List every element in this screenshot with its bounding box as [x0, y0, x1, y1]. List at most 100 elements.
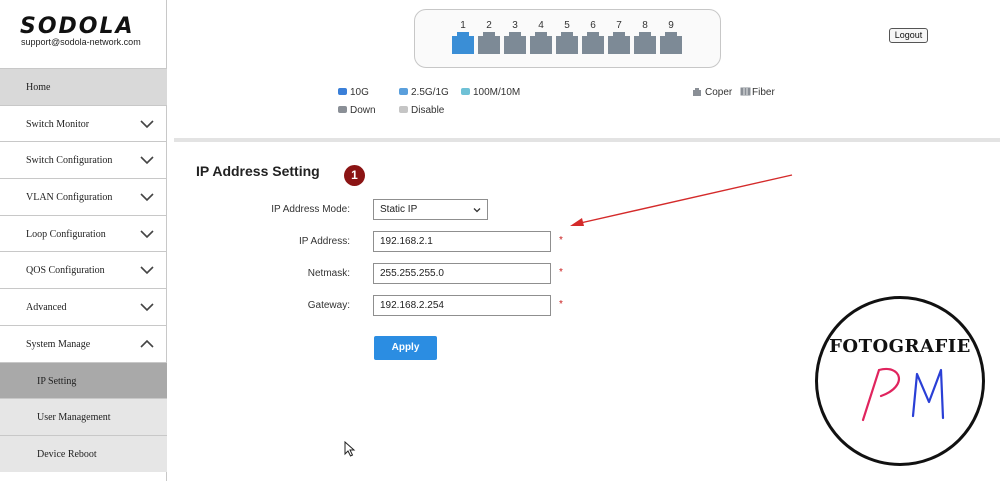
legend-label: 10G	[350, 87, 369, 98]
port-6[interactable]: 6	[582, 10, 606, 69]
netmask-label: Netmask:	[307, 268, 350, 279]
brand: SODOLA support@sodola-network.com	[0, 0, 167, 68]
ip-address-input[interactable]: 192.168.2.1	[373, 231, 551, 252]
legend-swatch	[338, 106, 347, 113]
annotation-arrow-icon	[570, 174, 793, 226]
sidebar: SODOLA support@sodola-network.com Home S…	[0, 0, 167, 481]
legend-coper: Coper	[692, 87, 732, 98]
port-number: 7	[616, 20, 622, 31]
watermark-initials	[861, 367, 945, 422]
sidebar-item-switch-monitor[interactable]: Switch Monitor	[0, 104, 167, 142]
legend-10g: 10G	[338, 87, 369, 98]
legend-label: Fiber	[752, 87, 775, 98]
chevron-up-icon	[140, 339, 154, 348]
apply-button[interactable]: Apply	[374, 336, 437, 360]
port-number: 8	[642, 20, 648, 31]
sidebar-item-label: QOS Configuration	[26, 265, 105, 277]
sidebar-item-qos-configuration[interactable]: QOS Configuration	[0, 251, 167, 288]
sidebar-menu: Home Switch Monitor Switch Configuration…	[0, 68, 167, 472]
support-email: support@sodola-network.com	[21, 37, 141, 47]
sidebar-item-label: Advanced	[26, 302, 67, 314]
port-number: 9	[668, 20, 674, 31]
legend-down: Down	[338, 105, 376, 116]
port-number: 4	[538, 20, 544, 31]
ethernet-port-icon	[608, 32, 630, 54]
chevron-down-icon	[473, 208, 481, 213]
chevron-down-icon	[140, 193, 154, 202]
ip-mode-select[interactable]: Static IP	[373, 199, 488, 220]
required-mark: *	[559, 299, 563, 310]
chevron-down-icon	[140, 120, 154, 128]
ethernet-port-icon	[478, 32, 500, 54]
sidebar-item-label: Home	[26, 82, 51, 93]
legend-fiber: Fiber	[740, 87, 775, 98]
ip-address-label: IP Address:	[299, 236, 350, 247]
sidebar-item-vlan-configuration[interactable]: VLAN Configuration	[0, 178, 167, 215]
legend-100m: 100M/10M	[461, 87, 520, 98]
ethernet-port-icon	[582, 32, 604, 54]
ip-mode-label: IP Address Mode:	[271, 204, 350, 215]
legend-swatch	[338, 88, 347, 95]
app-root: SODOLA support@sodola-network.com Home S…	[0, 0, 1000, 481]
port-status-panel: 1 2 3 4 5 6 7 8 9	[414, 9, 721, 68]
sidebar-item-system-manage[interactable]: System Manage	[0, 324, 167, 362]
ethernet-port-icon	[660, 32, 682, 54]
legend-swatch	[399, 88, 408, 95]
ethernet-port-icon	[504, 32, 526, 54]
port-5[interactable]: 5	[556, 10, 580, 69]
port-1[interactable]: 1	[452, 10, 476, 69]
logout-button[interactable]: Logout	[889, 28, 928, 43]
watermark-title: FOTOGRAFIE	[829, 336, 971, 357]
chevron-down-icon	[140, 230, 154, 238]
sidebar-item-advanced[interactable]: Advanced	[0, 288, 167, 325]
ip-mode-value: Static IP	[380, 204, 418, 215]
header-divider	[174, 138, 1000, 142]
ethernet-port-icon	[530, 32, 552, 54]
sidebar-item-loop-configuration[interactable]: Loop Configuration	[0, 214, 167, 252]
ethernet-port-icon	[634, 32, 656, 54]
port-number: 1	[460, 20, 466, 31]
sidebar-item-label: Loop Configuration	[26, 228, 106, 240]
required-mark: *	[559, 267, 563, 278]
legend-label: Coper	[705, 87, 733, 98]
copper-port-icon	[693, 88, 701, 96]
submenu-item-device-reboot[interactable]: Device Reboot	[0, 434, 167, 472]
chevron-down-icon	[140, 156, 154, 165]
chevron-down-icon	[140, 303, 154, 312]
sidebar-item-switch-configuration[interactable]: Switch Configuration	[0, 141, 167, 178]
ethernet-port-icon	[556, 32, 578, 54]
submenu-item-ip-setting[interactable]: IP Setting	[0, 361, 167, 399]
sidebar-item-label: Switch Configuration	[26, 155, 113, 167]
legend-swatch	[399, 106, 408, 113]
legend-label: Disable	[411, 105, 445, 116]
submenu-item-label: IP Setting	[37, 375, 77, 387]
legend-disable: Disable	[399, 105, 444, 116]
submenu-item-user-management[interactable]: User Management	[0, 398, 167, 435]
port-8[interactable]: 8	[634, 10, 658, 69]
port-number: 2	[486, 20, 492, 31]
chevron-down-icon	[140, 266, 154, 275]
port-number: 3	[512, 20, 518, 31]
legend-label: Down	[350, 105, 376, 116]
submenu-item-label: User Management	[37, 412, 111, 424]
port-4[interactable]: 4	[530, 10, 554, 69]
ethernet-port-icon	[452, 32, 474, 54]
netmask-input[interactable]: 255.255.255.0	[373, 263, 551, 284]
port-7[interactable]: 7	[608, 10, 632, 69]
sidebar-item-label: VLAN Configuration	[26, 192, 113, 204]
legend-label: 2.5G/1G	[411, 87, 449, 98]
fiber-port-icon	[740, 87, 751, 96]
page-title: IP Address Setting	[196, 163, 320, 179]
step-badge: 1	[344, 165, 365, 186]
port-2[interactable]: 2	[478, 10, 502, 69]
mouse-cursor-icon	[344, 441, 356, 457]
port-3[interactable]: 3	[504, 10, 528, 69]
submenu-item-label: Device Reboot	[37, 448, 97, 460]
sidebar-item-home[interactable]: Home	[0, 68, 167, 105]
port-number: 5	[564, 20, 570, 31]
legend-swatch	[461, 88, 470, 95]
legend-2-5g: 2.5G/1G	[399, 87, 449, 98]
gateway-label: Gateway:	[307, 300, 350, 311]
gateway-input[interactable]: 192.168.2.254	[373, 295, 551, 316]
port-9[interactable]: 9	[660, 10, 684, 69]
